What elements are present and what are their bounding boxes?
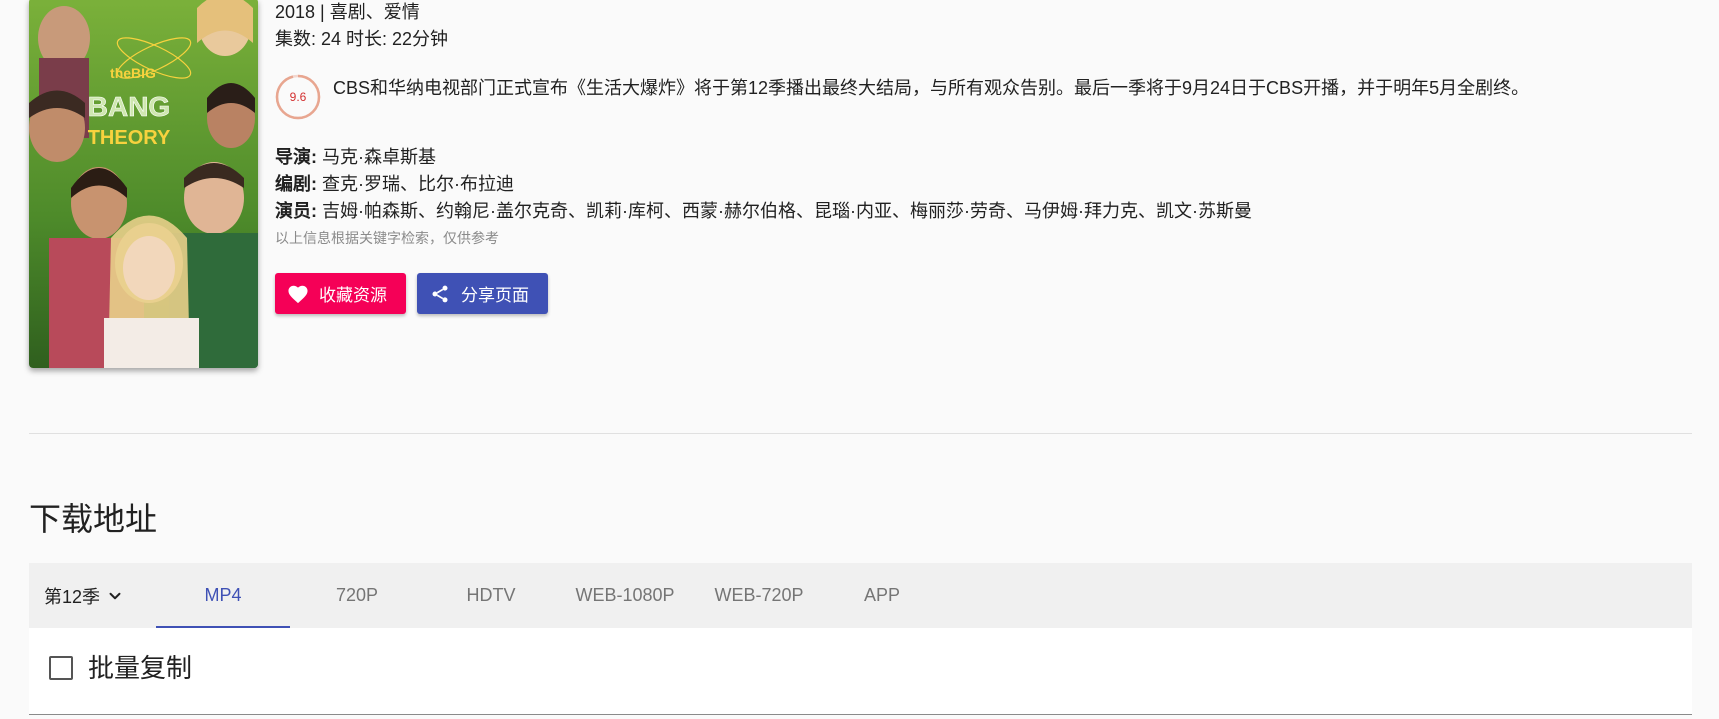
favorite-button-label: 收藏资源 xyxy=(319,286,387,305)
cast-label: 演员: xyxy=(275,201,317,221)
download-panel: 批量复制 xyxy=(29,628,1692,715)
chevron-down-icon xyxy=(106,587,124,605)
favorite-button[interactable]: 收藏资源 xyxy=(275,273,406,314)
download-section-title: 下载地址 xyxy=(29,501,158,537)
heart-icon xyxy=(287,283,309,305)
tab-web-1080p[interactable]: WEB-1080P xyxy=(558,563,692,628)
season-select-label: 第12季 xyxy=(44,586,101,607)
tab-720p[interactable]: 720P xyxy=(290,563,424,628)
tab-app[interactable]: APP xyxy=(837,563,927,628)
year-genre: 2018 | 喜剧、爱情 xyxy=(275,2,420,22)
rating-value: 9.6 xyxy=(289,90,307,104)
poster-title-bang: BANG xyxy=(88,91,170,122)
director-label: 导演: xyxy=(275,147,317,167)
share-icon xyxy=(429,283,451,305)
poster-title-theory: THEORY xyxy=(88,127,171,149)
writer-row: 编剧: 查克·罗瑞、比尔·布拉迪 xyxy=(275,171,514,198)
director-value: 马克·森卓斯基 xyxy=(322,147,437,167)
episodes-duration: 集数: 24 时长: 22分钟 xyxy=(275,29,449,49)
description: CBS和华纳电视部门正式宣布《生活大爆炸》将于第12季播出最终大结局，与所有观众… xyxy=(333,78,1530,98)
info-notice: 以上信息根据关键字检索，仅供参考 xyxy=(275,230,499,246)
cast-row: 演员: 吉姆·帕森斯、约翰尼·盖尔克奇、凯莉·库柯、西蒙·赫尔伯格、昆瑙·内亚、… xyxy=(275,198,1252,225)
poster-image: theBIG BANG THEORY xyxy=(29,0,258,368)
cast-value: 吉姆·帕森斯、约翰尼·盖尔克奇、凯莉·库柯、西蒙·赫尔伯格、昆瑙·内亚、梅丽莎·… xyxy=(322,201,1252,221)
share-button-label: 分享页面 xyxy=(461,286,529,305)
section-divider xyxy=(29,433,1692,434)
writer-label: 编剧: xyxy=(275,174,317,194)
director-row: 导演: 马克·森卓斯基 xyxy=(275,144,436,171)
tab-hdtv[interactable]: HDTV xyxy=(424,563,558,628)
page: theBIG BANG THEORY 2018 | 喜剧、爱情 集数: 24 时… xyxy=(0,0,1719,719)
writer-value: 查克·罗瑞、比尔·布拉迪 xyxy=(322,174,515,194)
share-button[interactable]: 分享页面 xyxy=(417,273,548,314)
season-select[interactable]: 第12季 xyxy=(44,563,124,628)
rating-badge: 9.6 xyxy=(275,74,321,120)
batch-copy-checkbox[interactable] xyxy=(49,656,73,680)
batch-copy-label: 批量复制 xyxy=(88,653,193,683)
batch-copy-toggle[interactable]: 批量复制 xyxy=(49,652,192,684)
tab-web-720p[interactable]: WEB-720P xyxy=(692,563,826,628)
tab-mp4[interactable]: MP4 xyxy=(156,563,290,628)
download-tabbar: 第12季 MP4 720P HDTV WEB-1080P WEB-720P AP… xyxy=(29,563,1692,628)
